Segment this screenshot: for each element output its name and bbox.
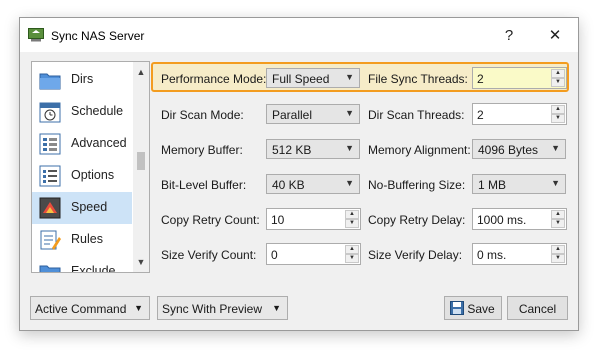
size-verify-count-value: 0 [271, 248, 278, 262]
spin-down-icon[interactable]: ▼ [551, 78, 565, 87]
close-button[interactable]: ✕ [532, 18, 578, 52]
dir-scan-mode-label: Dir Scan Mode: [161, 108, 244, 122]
speed-icon [39, 197, 61, 219]
help-button[interactable]: ? [486, 18, 532, 52]
exclude-icon [39, 265, 61, 272]
options-icon [39, 165, 61, 187]
sidebar-item-options[interactable]: Options [32, 160, 132, 192]
sync-dialog: Sync NAS Server ? ✕ Dirs Schedule Advanc… [19, 17, 579, 331]
memory-buffer-select[interactable]: 512 KB ▼ [266, 139, 360, 159]
dir-scan-threads-value: 2 [477, 108, 484, 122]
spin-up-icon[interactable]: ▲ [551, 105, 565, 114]
bit-level-buffer-select[interactable]: 40 KB ▼ [266, 174, 360, 194]
no-buffering-size-select[interactable]: 1 MB ▼ [472, 174, 566, 194]
dir-scan-threads-label: Dir Scan Threads: [368, 108, 465, 122]
no-buffering-size-value: 1 MB [478, 178, 507, 192]
size-verify-delay-value: 0 ms. [477, 248, 507, 262]
sync-mode-select[interactable]: Sync With Preview ▼ [157, 296, 288, 320]
memory-buffer-label: Memory Buffer: [161, 143, 243, 157]
spin-down-icon[interactable]: ▼ [551, 254, 565, 263]
memory-alignment-label: Memory Alignment: [368, 143, 471, 157]
size-verify-count-stepper[interactable]: 0 ▲ ▼ [266, 243, 361, 265]
chevron-down-icon: ▼ [345, 178, 354, 188]
chevron-down-icon: ▼ [345, 108, 354, 118]
active-command-select[interactable]: Active Command ▼ [30, 296, 150, 320]
sidebar-item-advanced[interactable]: Advanced [32, 128, 132, 160]
save-button[interactable]: Save [444, 296, 502, 320]
size-verify-delay-stepper[interactable]: 0 ms. ▲ ▼ [472, 243, 567, 265]
sidebar-item-label: Exclude [71, 264, 116, 273]
file-sync-threads-value: 2 [477, 72, 484, 86]
sidebar-item-rules[interactable]: Rules [32, 224, 132, 256]
active-command-value: Active Command [35, 302, 127, 316]
spin-up-icon[interactable]: ▲ [551, 245, 565, 254]
schedule-icon [39, 102, 61, 123]
copy-retry-count-stepper[interactable]: 10 ▲ ▼ [266, 208, 361, 230]
no-buffering-size-label: No-Buffering Size: [368, 178, 466, 192]
spin-up-icon[interactable]: ▲ [345, 245, 359, 254]
cancel-button[interactable]: Cancel [507, 296, 568, 320]
copy-retry-delay-label: Copy Retry Delay: [368, 213, 466, 227]
save-button-label: Save [467, 302, 495, 316]
spin-up-icon[interactable]: ▲ [345, 210, 359, 219]
file-sync-threads-stepper[interactable]: 2 ▲ ▼ [472, 67, 567, 89]
performance-mode-value: Full Speed [272, 72, 330, 86]
file-sync-threads-label: File Sync Threads: [368, 72, 468, 86]
title-bar: Sync NAS Server ? ✕ [20, 18, 578, 52]
copy-retry-count-label: Copy Retry Count: [161, 213, 260, 227]
folder-icon [39, 73, 61, 90]
size-verify-delay-label: Size Verify Delay: [368, 248, 463, 262]
memory-buffer-value: 512 KB [272, 143, 312, 157]
dir-scan-mode-select[interactable]: Parallel ▼ [266, 104, 360, 124]
chevron-down-icon: ▼ [551, 178, 560, 188]
sidebar-item-speed[interactable]: Speed [32, 192, 132, 224]
sidebar-item-label: Rules [71, 232, 103, 246]
sidebar-item-exclude[interactable]: Exclude [32, 256, 132, 273]
dir-scan-mode-value: Parallel [272, 108, 313, 122]
dir-scan-threads-stepper[interactable]: 2 ▲ ▼ [472, 103, 567, 125]
bit-level-buffer-value: 40 KB [272, 178, 305, 192]
sidebar-item-dirs[interactable]: Dirs [32, 64, 132, 96]
scroll-down-arrow-icon[interactable]: ▼ [133, 254, 149, 270]
sync-mode-value: Sync With Preview [162, 302, 263, 316]
chevron-down-icon: ▼ [345, 143, 354, 153]
sidebar-scrollbar[interactable]: ▲ ▼ [133, 62, 149, 272]
scroll-up-arrow-icon[interactable]: ▲ [133, 64, 149, 80]
rules-icon [40, 230, 61, 250]
sidebar-item-label: Schedule [71, 104, 124, 118]
copy-retry-count-value: 10 [271, 213, 285, 227]
spin-down-icon[interactable]: ▼ [345, 254, 359, 263]
spin-down-icon[interactable]: ▼ [551, 219, 565, 228]
advanced-icon [39, 133, 61, 155]
chevron-down-icon: ▼ [345, 72, 354, 82]
cancel-button-label: Cancel [518, 302, 557, 316]
sidebar-item-label: Dirs [71, 72, 94, 86]
chevron-down-icon: ▼ [551, 143, 560, 153]
performance-mode-label: Performance Mode: [161, 72, 267, 86]
scroll-thumb[interactable] [137, 152, 145, 170]
spin-down-icon[interactable]: ▼ [551, 114, 565, 123]
size-verify-count-label: Size Verify Count: [161, 248, 257, 262]
app-icon [28, 28, 44, 42]
memory-alignment-select[interactable]: 4096 Bytes ▼ [472, 139, 566, 159]
settings-sidebar: Dirs Schedule Advanced Options Speed Rul… [31, 61, 150, 273]
sidebar-item-label: Speed [71, 200, 108, 214]
copy-retry-delay-stepper[interactable]: 1000 ms. ▲ ▼ [472, 208, 567, 230]
copy-retry-delay-value: 1000 ms. [477, 213, 527, 227]
sidebar-item-schedule[interactable]: Schedule [32, 96, 132, 128]
memory-alignment-value: 4096 Bytes [478, 143, 539, 157]
spin-up-icon[interactable]: ▲ [551, 210, 565, 219]
sidebar-item-label: Options [71, 168, 115, 182]
performance-mode-select[interactable]: Full Speed ▼ [266, 68, 360, 88]
chevron-down-icon: ▼ [134, 303, 143, 313]
bit-level-buffer-label: Bit-Level Buffer: [161, 178, 247, 192]
spin-up-icon[interactable]: ▲ [551, 69, 565, 78]
window-title: Sync NAS Server [51, 29, 145, 43]
spin-down-icon[interactable]: ▼ [345, 219, 359, 228]
chevron-down-icon: ▼ [272, 303, 281, 313]
sidebar-item-label: Advanced [71, 136, 127, 150]
